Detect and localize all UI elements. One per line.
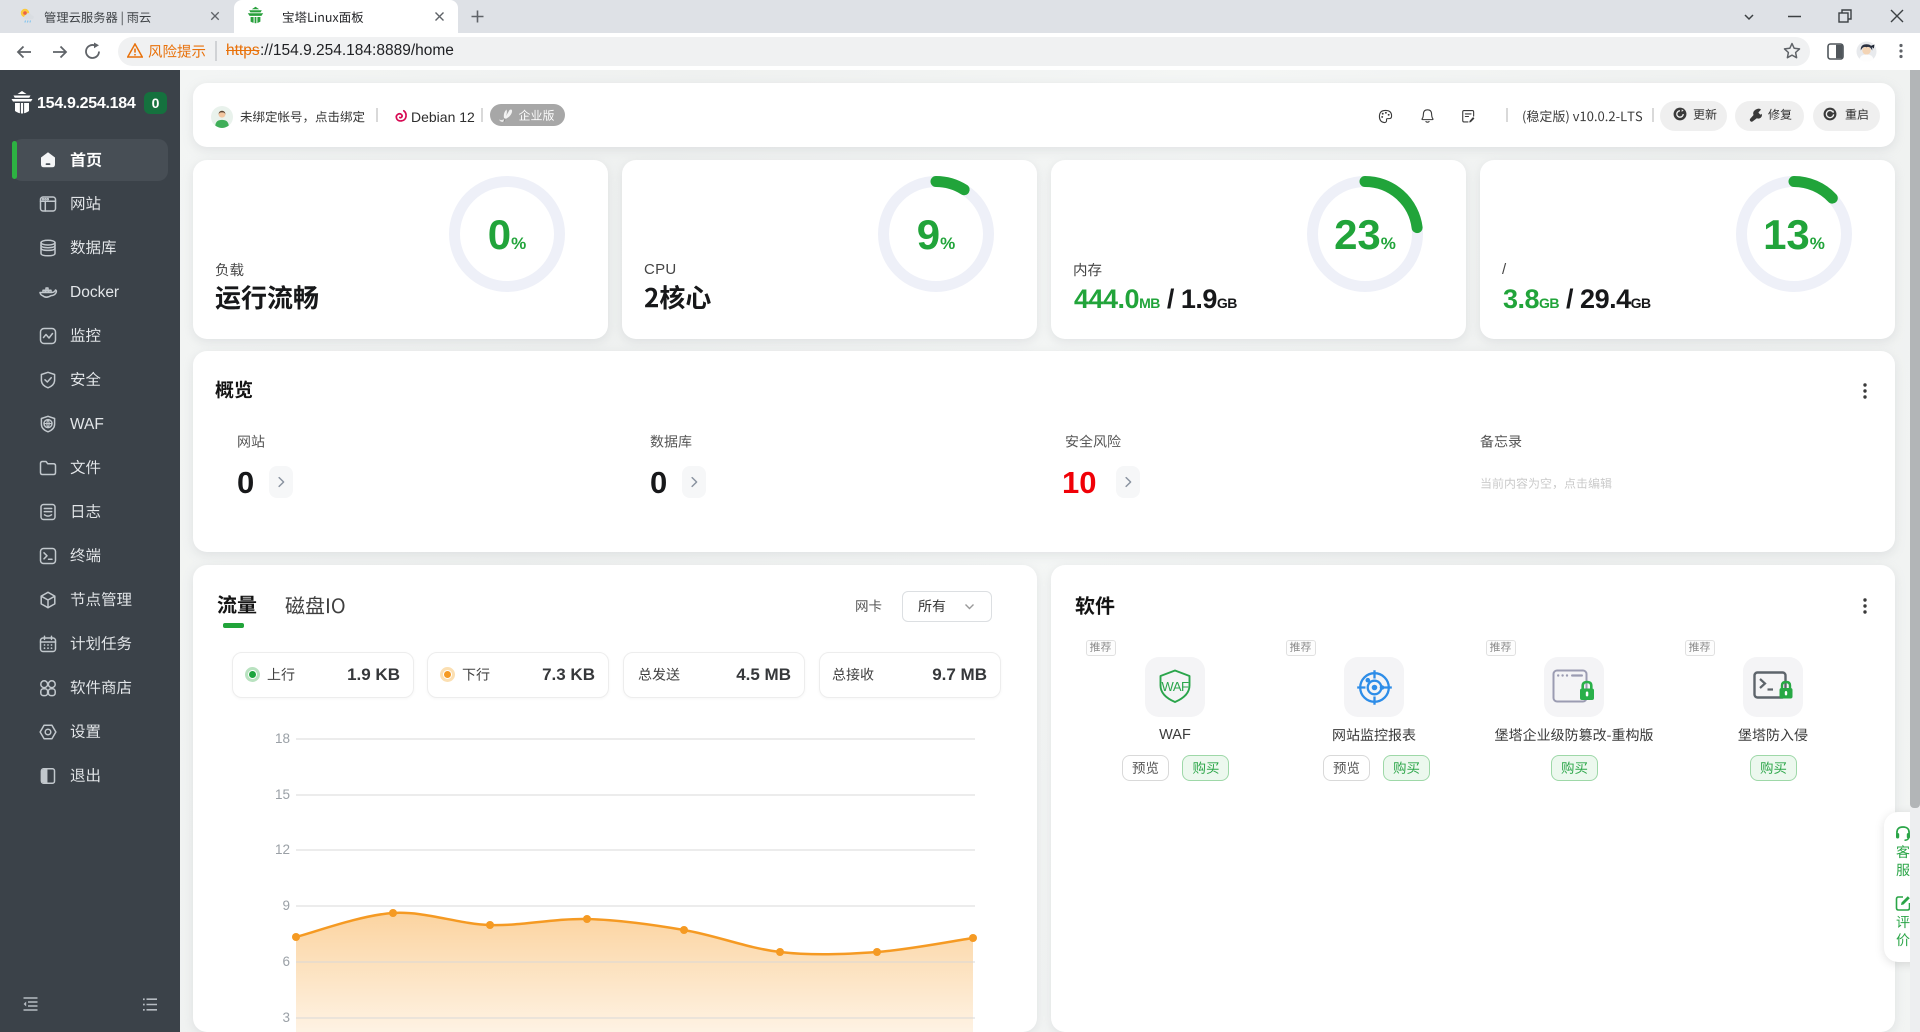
svg-text:WAF: WAF: [1162, 679, 1189, 694]
